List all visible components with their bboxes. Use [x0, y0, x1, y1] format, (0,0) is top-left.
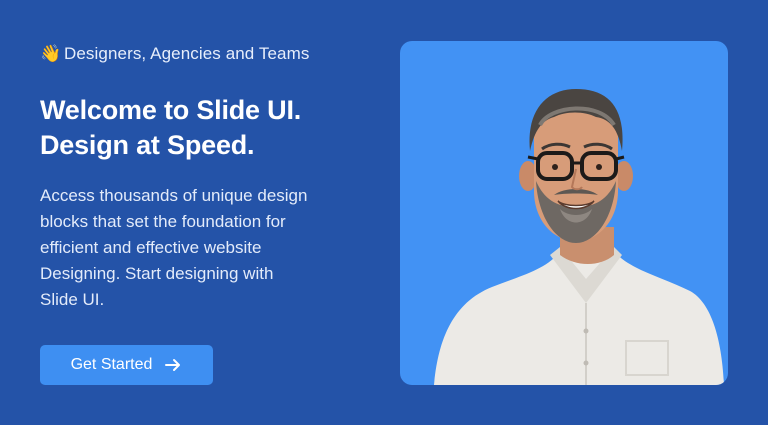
- description-line: blocks that set the foundation for: [40, 212, 286, 231]
- arrow-right-icon: [164, 356, 182, 374]
- hero-card: 👋 Designers, Agencies and Teams Welcome …: [0, 0, 768, 425]
- get-started-button[interactable]: Get Started: [40, 345, 213, 385]
- description-line: Slide UI.: [40, 290, 105, 309]
- page-title: Welcome to Slide UI. Design at Speed.: [40, 93, 380, 163]
- description-line: Designing. Start designing with: [40, 264, 274, 283]
- eyebrow: 👋 Designers, Agencies and Teams: [40, 44, 309, 64]
- smiling-man-portrait-icon: [434, 89, 724, 385]
- get-started-label: Get Started: [70, 356, 153, 373]
- description-line: Access thousands of unique design: [40, 186, 308, 205]
- eyebrow-text: Designers, Agencies and Teams: [64, 44, 310, 63]
- hero-photo: [400, 41, 728, 385]
- description: Access thousands of unique design blocks…: [40, 183, 360, 313]
- headline-line-1: Welcome to Slide UI.: [40, 95, 302, 125]
- headline-line-2: Design at Speed.: [40, 130, 255, 160]
- description-line: efficient and effective website: [40, 238, 262, 257]
- waving-hand-icon: 👋: [40, 44, 62, 63]
